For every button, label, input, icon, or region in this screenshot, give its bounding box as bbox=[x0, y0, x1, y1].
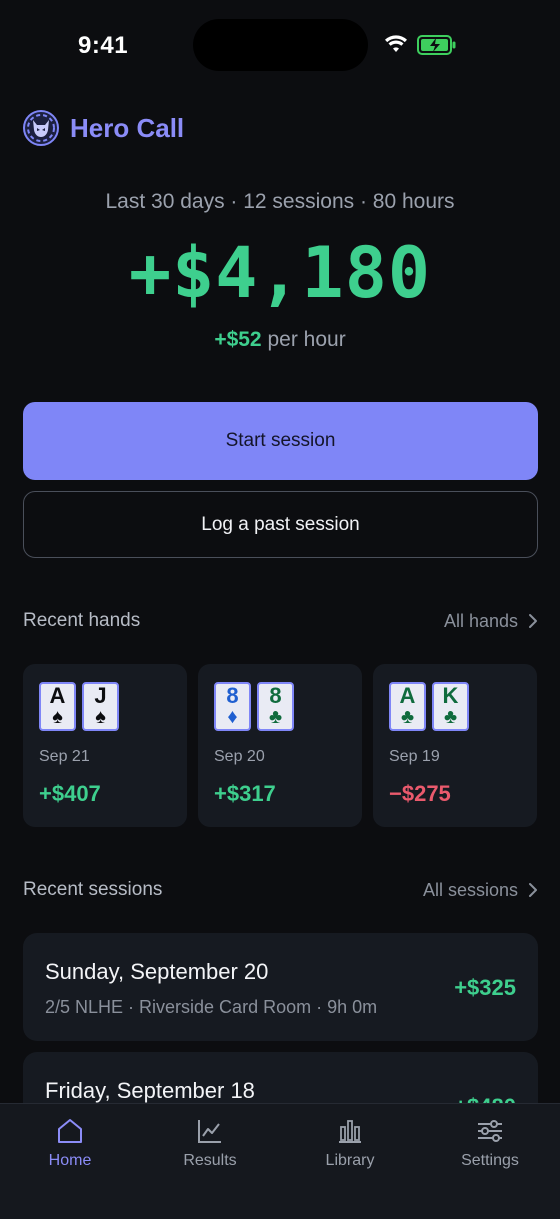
card-rank: 8 bbox=[269, 683, 282, 708]
all-sessions-link[interactable]: All sessions bbox=[423, 880, 538, 901]
recent-hands-title: Recent hands bbox=[23, 610, 141, 631]
card-rank: A bbox=[49, 683, 66, 708]
recent-hands-list: A ♠ J ♠ Sep 21 +$407 8 ♦ 8 ♣ Sep 20 +$31… bbox=[23, 664, 537, 827]
spade-icon: ♠ bbox=[95, 706, 106, 728]
status-time: 9:41 bbox=[78, 32, 129, 59]
diamond-icon: ♦ bbox=[227, 706, 238, 728]
dynamic-island bbox=[193, 19, 368, 71]
tab-results-label: Results bbox=[183, 1152, 237, 1169]
playing-card: 8 ♣ bbox=[257, 682, 294, 731]
club-icon: ♣ bbox=[400, 706, 415, 728]
hole-cards: A ♠ J ♠ bbox=[39, 682, 119, 731]
playing-card: J ♠ bbox=[82, 682, 119, 731]
recent-hands-header: Recent hands All hands bbox=[23, 610, 538, 632]
hole-cards: 8 ♦ 8 ♣ bbox=[214, 682, 294, 731]
hand-card[interactable]: A ♣ K ♣ Sep 19 −$275 bbox=[373, 664, 537, 827]
session-details: 2/5 NLHE · Riverside Card Room · 9h 0m bbox=[45, 997, 378, 1017]
tab-results[interactable]: Results bbox=[155, 1116, 265, 1170]
tab-home-label: Home bbox=[48, 1152, 92, 1169]
playing-card: A ♣ bbox=[389, 682, 426, 731]
hourly-rate-suffix: per hour bbox=[267, 328, 346, 351]
tab-home[interactable]: Home bbox=[15, 1116, 125, 1170]
chart-line-icon bbox=[198, 1120, 221, 1143]
card-rank: J bbox=[94, 683, 107, 708]
all-sessions-label: All sessions bbox=[422, 879, 518, 900]
session-card[interactable]: Sunday, September 20 2/5 NLHE · Riversid… bbox=[23, 933, 538, 1041]
hourly-rate-value: +$52 bbox=[214, 328, 262, 351]
playing-card: 8 ♦ bbox=[214, 682, 251, 731]
playing-card: K ♣ bbox=[432, 682, 469, 731]
hand-card[interactable]: A ♠ J ♠ Sep 21 +$407 bbox=[23, 664, 187, 827]
sliders-icon bbox=[478, 1120, 502, 1142]
summary-hourly-rate: +$52 per hour bbox=[0, 328, 560, 352]
hand-date: Sep 21 bbox=[39, 748, 90, 765]
club-icon: ♣ bbox=[443, 706, 458, 728]
recent-sessions-header: Recent sessions All sessions bbox=[23, 879, 538, 901]
session-title: Friday, September 18 bbox=[45, 1078, 255, 1103]
hand-result: −$275 bbox=[389, 781, 451, 806]
tab-library[interactable]: Library bbox=[295, 1116, 405, 1170]
hand-card[interactable]: 8 ♦ 8 ♣ Sep 20 +$317 bbox=[198, 664, 362, 827]
chevron-right-icon bbox=[529, 883, 537, 897]
club-icon: ♣ bbox=[268, 706, 283, 728]
hand-date: Sep 20 bbox=[214, 748, 265, 765]
summary-meta: Last 30 days · 12 sessions · 80 hours bbox=[105, 190, 455, 213]
library-icon bbox=[339, 1120, 361, 1143]
tab-bar: Home Results Library Settings bbox=[0, 1103, 560, 1219]
wifi-icon bbox=[385, 35, 407, 52]
start-session-button[interactable]: Start session bbox=[23, 402, 538, 480]
session-amount: +$325 bbox=[454, 975, 516, 1000]
all-hands-link[interactable]: All hands bbox=[444, 611, 538, 632]
tab-settings[interactable]: Settings bbox=[435, 1116, 545, 1170]
battery-charging-icon bbox=[417, 35, 456, 55]
summary-total: +$4,180 bbox=[128, 232, 431, 314]
session-title: Sunday, September 20 bbox=[45, 959, 269, 984]
hand-result: +$407 bbox=[39, 781, 101, 806]
card-rank: A bbox=[399, 683, 416, 708]
all-hands-label: All hands bbox=[443, 610, 518, 631]
hole-cards: A ♣ K ♣ bbox=[389, 682, 469, 731]
app-name: Hero Call bbox=[70, 112, 185, 143]
tab-library-label: Library bbox=[325, 1152, 375, 1169]
hero-call-logo bbox=[23, 110, 59, 146]
playing-card: A ♠ bbox=[39, 682, 76, 731]
home-icon bbox=[58, 1119, 82, 1143]
results-summary: Last 30 days · 12 sessions · 80 hours +$… bbox=[0, 190, 560, 352]
spade-icon: ♠ bbox=[52, 706, 63, 728]
card-rank: 8 bbox=[226, 683, 239, 708]
hand-result: +$317 bbox=[214, 781, 276, 806]
recent-sessions-title: Recent sessions bbox=[23, 879, 163, 900]
card-rank: K bbox=[442, 683, 459, 708]
tab-settings-label: Settings bbox=[461, 1152, 519, 1169]
hand-date: Sep 19 bbox=[389, 748, 440, 765]
status-bar: 9:41 bbox=[0, 0, 560, 90]
app-header: Hero Call bbox=[23, 110, 184, 146]
log-past-session-button[interactable]: Log a past session bbox=[23, 491, 538, 558]
chevron-right-icon bbox=[529, 614, 537, 628]
